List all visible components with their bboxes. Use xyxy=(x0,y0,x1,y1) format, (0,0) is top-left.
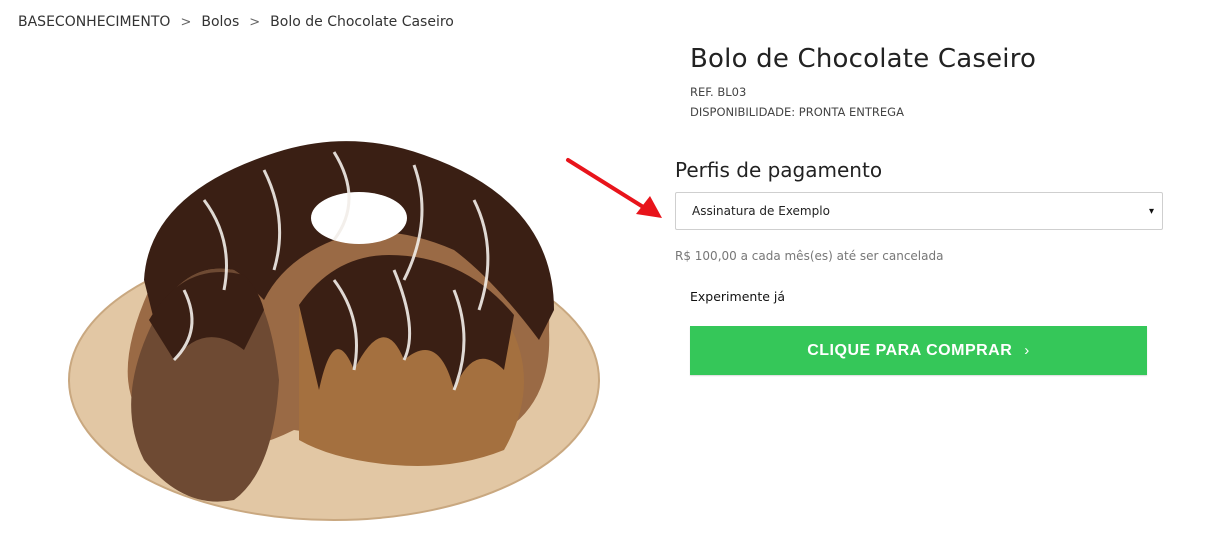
product-info: Bolo de Chocolate Caseiro REF. BL03 DISP… xyxy=(690,44,1036,122)
chevron-right-icon: › xyxy=(1024,342,1030,359)
breadcrumb-home[interactable]: BASECONHECIMENTO xyxy=(18,14,170,30)
chevron-right-icon: > xyxy=(180,14,192,30)
annotation-arrow-icon xyxy=(566,158,662,218)
product-meta: REF. BL03 DISPONIBILIDADE: PRONTA ENTREG… xyxy=(690,82,1036,122)
product-title: Bolo de Chocolate Caseiro xyxy=(690,44,1037,74)
breadcrumb-category[interactable]: Bolos xyxy=(201,14,239,30)
buy-button-label: CLIQUE PARA COMPRAR xyxy=(807,341,1013,359)
trial-text: Experimente já xyxy=(690,289,786,304)
buy-button[interactable]: CLIQUE PARA COMPRAR › xyxy=(690,326,1147,375)
chevron-down-icon: ▾ xyxy=(1148,205,1154,217)
breadcrumb: BASECONHECIMENTO > Bolos > Bolo de Choco… xyxy=(18,14,454,30)
product-image xyxy=(68,141,600,521)
breadcrumb-current: Bolo de Chocolate Caseiro xyxy=(270,14,454,30)
payment-profiles: Perfis de pagamento Assinatura de Exempl… xyxy=(675,158,1163,230)
product-ref: REF. BL03 xyxy=(690,85,747,99)
price-text: R$ 100,00 a cada mês(es) até ser cancela… xyxy=(675,249,944,263)
payment-profile-selected: Assinatura de Exemplo xyxy=(692,204,830,218)
chevron-right-icon: > xyxy=(249,14,261,30)
payment-profile-select[interactable]: Assinatura de Exemplo ▾ xyxy=(675,192,1163,230)
product-availability: DISPONIBILIDADE: PRONTA ENTREGA xyxy=(690,105,904,119)
payment-heading: Perfis de pagamento xyxy=(675,158,883,182)
